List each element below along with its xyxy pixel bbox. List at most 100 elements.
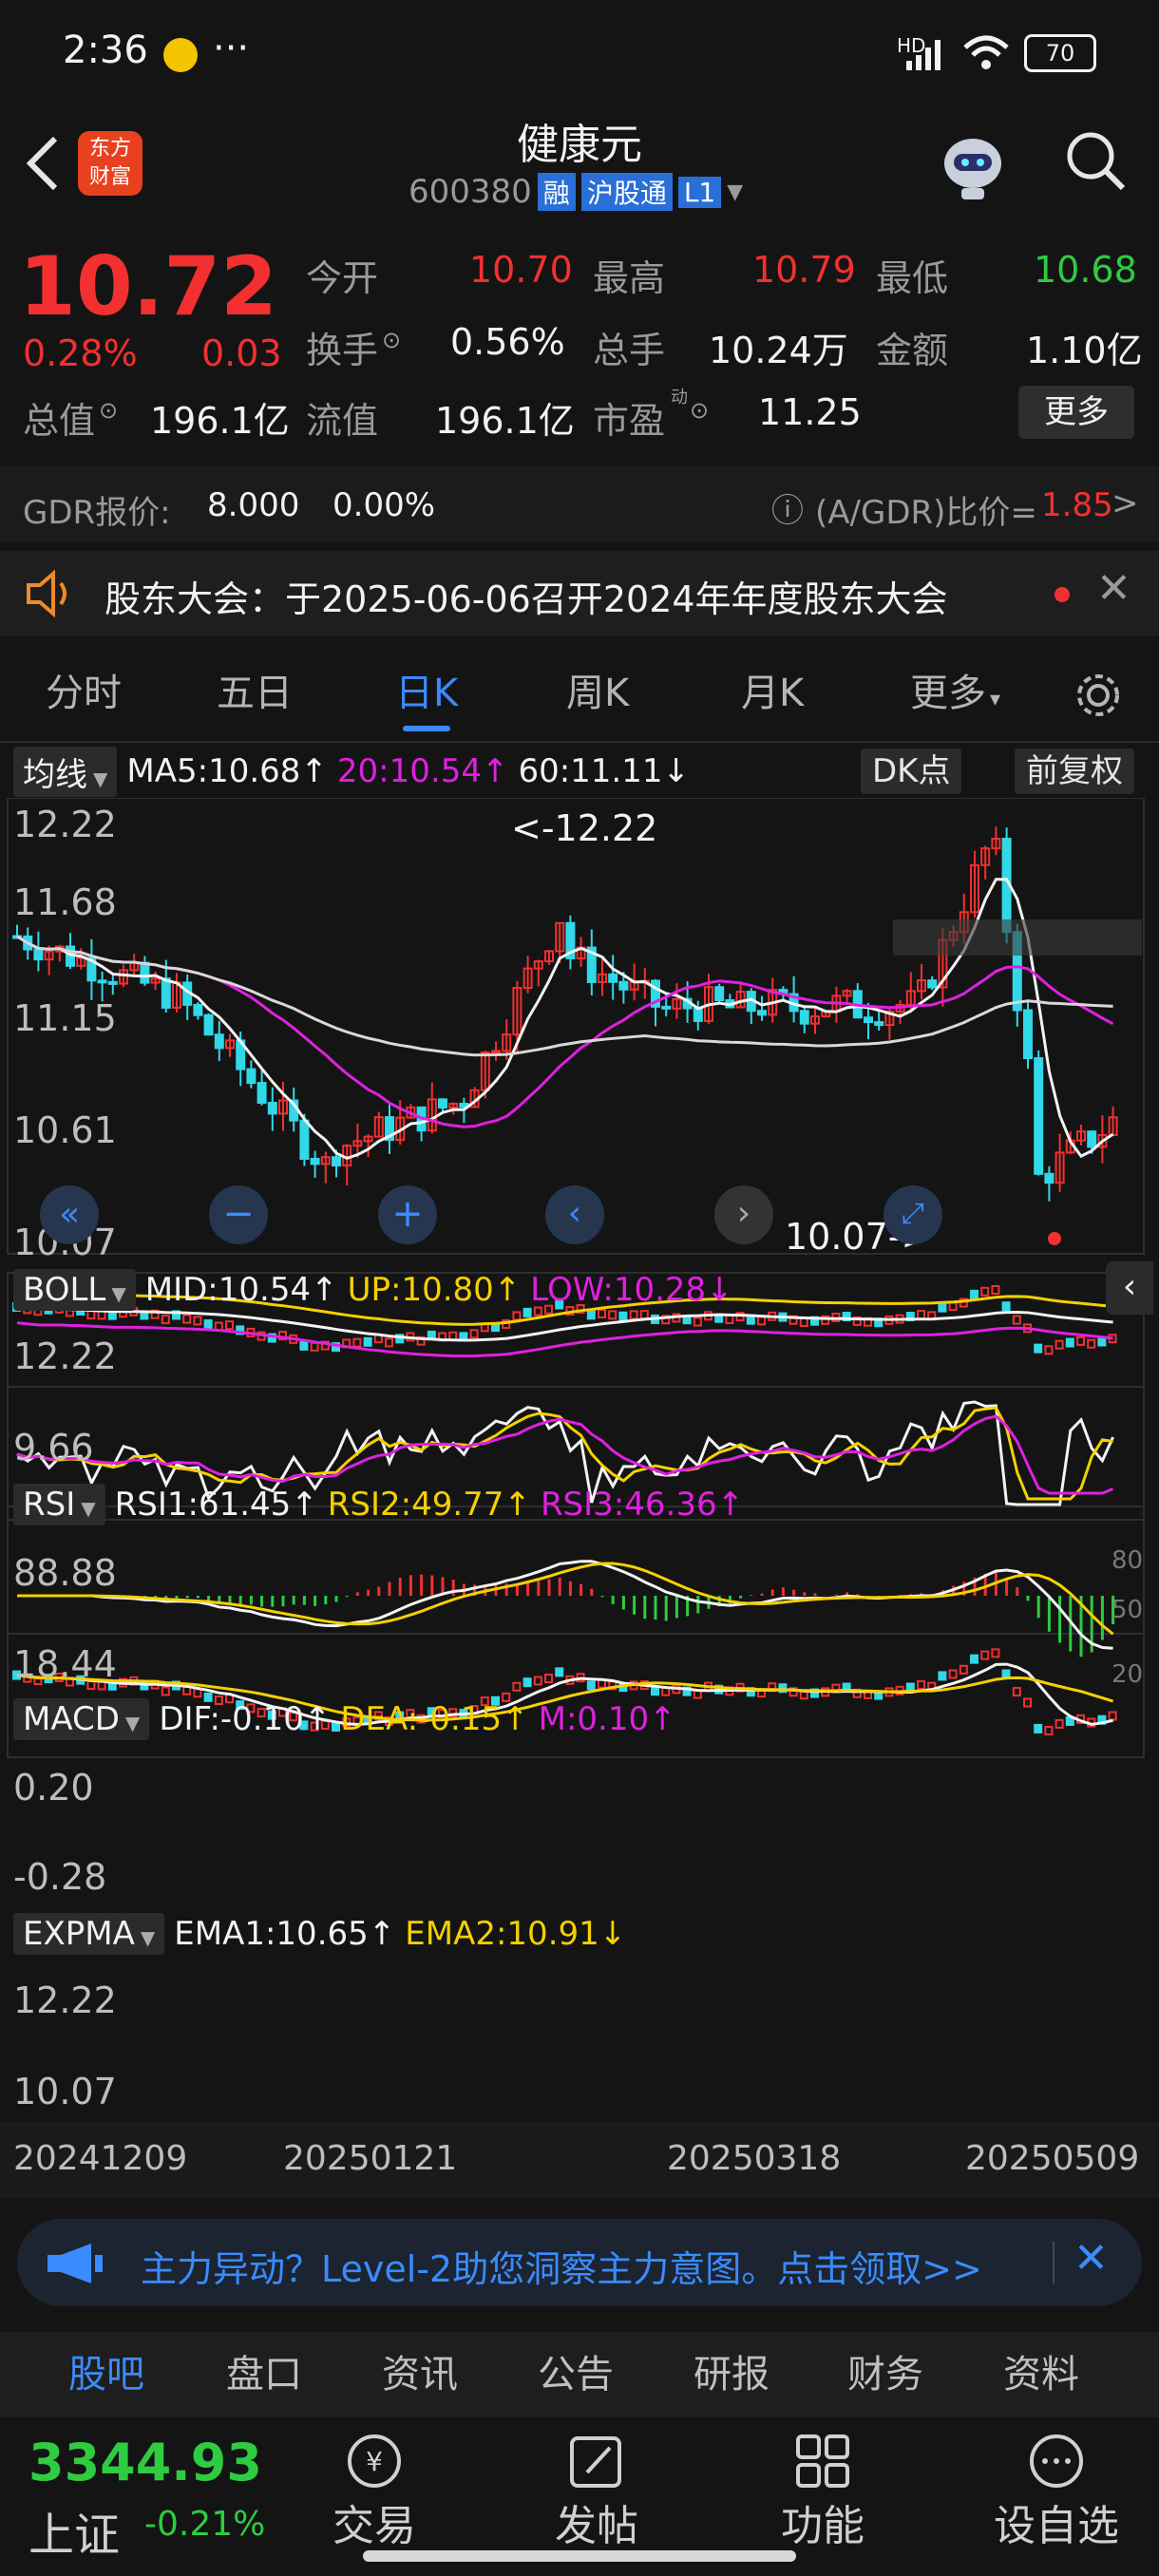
tab-announcements[interactable]: 公告: [538, 2332, 614, 2417]
expma-candle: [959, 1664, 968, 1675]
boll-candle: [757, 1316, 766, 1326]
boll-candle: [799, 1317, 808, 1328]
candle-body: [214, 1033, 224, 1050]
status-bar: 2:36 ··· HD 70: [0, 0, 1159, 104]
macd-select[interactable]: MACD ▼: [13, 1698, 150, 1740]
level2-promo-banner[interactable]: 主力异动？Level-2助您洞察主力意图。点击领取>> ✕: [17, 2219, 1142, 2306]
boll-candle: [193, 1316, 202, 1326]
bottom-nav: 3344.93 上证 -0.21% ¥ 交易 发帖 功能 设自选: [0, 2417, 1159, 2576]
help-icon[interactable]: ⓘ: [771, 484, 804, 531]
turnover-label: 换手: [306, 330, 379, 371]
ma5-value: MA5:10.68↑: [126, 752, 328, 790]
zoom-out-icon[interactable]: −: [209, 1185, 268, 1244]
tab-daily-k[interactable]: 日K: [395, 646, 458, 741]
gdr-row[interactable]: GDR报价: 8.000 0.00% ⓘ (A/GDR)比价= 1.85 >: [0, 465, 1159, 541]
gear-icon[interactable]: [1072, 669, 1125, 722]
date-label-4: 20250509: [965, 2139, 1140, 2178]
dropdown-icon: ▼: [727, 180, 744, 204]
indicator-select[interactable]: 均线 ▼: [13, 746, 118, 797]
scroll-left-icon[interactable]: ‹: [545, 1185, 604, 1244]
change-percent: 0.28%: [23, 332, 138, 374]
pe-dynamic-sup: 动: [671, 388, 688, 407]
nav-functions[interactable]: 功能: [747, 2417, 899, 2552]
boll-candle: [980, 1286, 990, 1297]
tab-research[interactable]: 研报: [694, 2332, 770, 2417]
boll-candle: [225, 1320, 234, 1331]
last-price: 10.72: [19, 239, 278, 334]
pe-value: 11.25: [758, 391, 862, 433]
notice-banner[interactable]: 股东大会：于2025-06-06召开2024年年度股东大会 ✕: [0, 551, 1159, 636]
nav-post-label: 发帖: [555, 2502, 638, 2550]
tab-more[interactable]: 更多 ▾: [910, 646, 1000, 741]
macd-header: MACD ▼ DIF:-0.10↑ DEA:-0.15↑ M:0.10↑: [13, 1696, 676, 1742]
expma-candle: [1012, 1687, 1021, 1697]
robot-avatar-icon[interactable]: [933, 127, 1013, 203]
stock-code-row[interactable]: 600380 融 沪股通 L1 ▼: [408, 173, 743, 211]
dk-button[interactable]: DK点: [861, 748, 962, 794]
info-icon[interactable]: ⊙: [690, 397, 709, 424]
high-value: 10.79: [752, 249, 856, 291]
unread-dot: [1054, 587, 1070, 602]
fullscreen-icon[interactable]: ⤢: [884, 1185, 942, 1244]
grid-icon: [796, 2434, 849, 2488]
nav-post[interactable]: 发帖: [521, 2417, 673, 2552]
boll-candle: [725, 1315, 734, 1325]
expma-candle: [1034, 1723, 1043, 1733]
tab-news[interactable]: 资讯: [382, 2332, 458, 2417]
expma-candle: [948, 1669, 958, 1679]
collapse-panel-icon[interactable]: ‹: [1106, 1261, 1153, 1315]
rsi-ylabel-1: 88.88: [13, 1552, 117, 1594]
candle-body: [1087, 1130, 1097, 1148]
rsi2-value: RSI2:49.77↑: [327, 1486, 531, 1524]
promo-text: 主力异动？Level-2助您洞察主力意图。点击领取>>: [141, 2248, 982, 2290]
boll-candle: [948, 1301, 958, 1312]
volume-label: 总手: [593, 330, 666, 371]
boll-candle: [1076, 1335, 1085, 1346]
expma-candle: [651, 1686, 659, 1696]
more-button[interactable]: 更多: [1018, 386, 1134, 439]
tab-monthly-k[interactable]: 月K: [741, 646, 804, 741]
tab-five-day[interactable]: 五日: [217, 646, 293, 741]
boll-candle: [1054, 1339, 1064, 1350]
candle-body: [33, 948, 44, 961]
nav-add-watchlist[interactable]: 设自选: [971, 2417, 1142, 2552]
info-icon[interactable]: ⊙: [99, 397, 118, 424]
tab-guba[interactable]: 股吧: [68, 2332, 144, 2417]
level-badge: L1: [677, 176, 722, 208]
boll-candle: [693, 1316, 702, 1327]
boll-select[interactable]: BOLL ▼: [13, 1269, 136, 1311]
rsi-ref-80: 80: [1112, 1546, 1144, 1575]
candle-body: [267, 1101, 277, 1115]
ylabel-2: 11.68: [13, 881, 117, 923]
close-icon[interactable]: ✕: [1074, 2234, 1109, 2282]
rsi-ylabel-2: 18.44: [13, 1643, 117, 1685]
index-value[interactable]: 3344.93: [28, 2433, 262, 2492]
open-value: 10.70: [469, 249, 573, 291]
candle-body: [332, 1156, 341, 1167]
date-axis: 20241209 20250121 20250318 20250509: [0, 2122, 1159, 2198]
macd-dif: DIF:-0.10↑: [159, 1700, 332, 1738]
tab-weekly-k[interactable]: 周K: [566, 646, 629, 741]
rsi-select[interactable]: RSI ▼: [13, 1484, 105, 1525]
scroll-right-icon[interactable]: ›: [714, 1185, 773, 1244]
expma-header: EXPMA ▼ EMA1:10.65↑ EMA2:10.91↓: [13, 1911, 626, 1957]
ma60-value: 60:11.11↓: [518, 752, 690, 790]
boll-candle: [1087, 1338, 1096, 1349]
tab-profile[interactable]: 资料: [1003, 2332, 1079, 2417]
tab-financials[interactable]: 财务: [847, 2332, 923, 2417]
scroll-start-icon[interactable]: «: [40, 1185, 99, 1244]
tab-intraday[interactable]: 分时: [46, 646, 122, 741]
boll-candle: [161, 1315, 170, 1325]
ylabel-3: 11.15: [13, 997, 117, 1039]
nav-trade[interactable]: ¥ 交易: [298, 2417, 450, 2552]
rsi-ref-20: 20: [1112, 1660, 1144, 1689]
adjust-button[interactable]: 前复权: [1015, 748, 1134, 794]
zoom-in-icon[interactable]: +: [378, 1185, 437, 1244]
tab-orderbook[interactable]: 盘口: [226, 2332, 302, 2417]
close-icon[interactable]: ✕: [1096, 564, 1131, 613]
expma-candle: [522, 1677, 532, 1688]
speaker-icon: [27, 570, 66, 617]
search-icon[interactable]: [1062, 127, 1129, 194]
info-icon[interactable]: ⊙: [382, 327, 401, 353]
expma-select[interactable]: EXPMA ▼: [13, 1913, 165, 1955]
